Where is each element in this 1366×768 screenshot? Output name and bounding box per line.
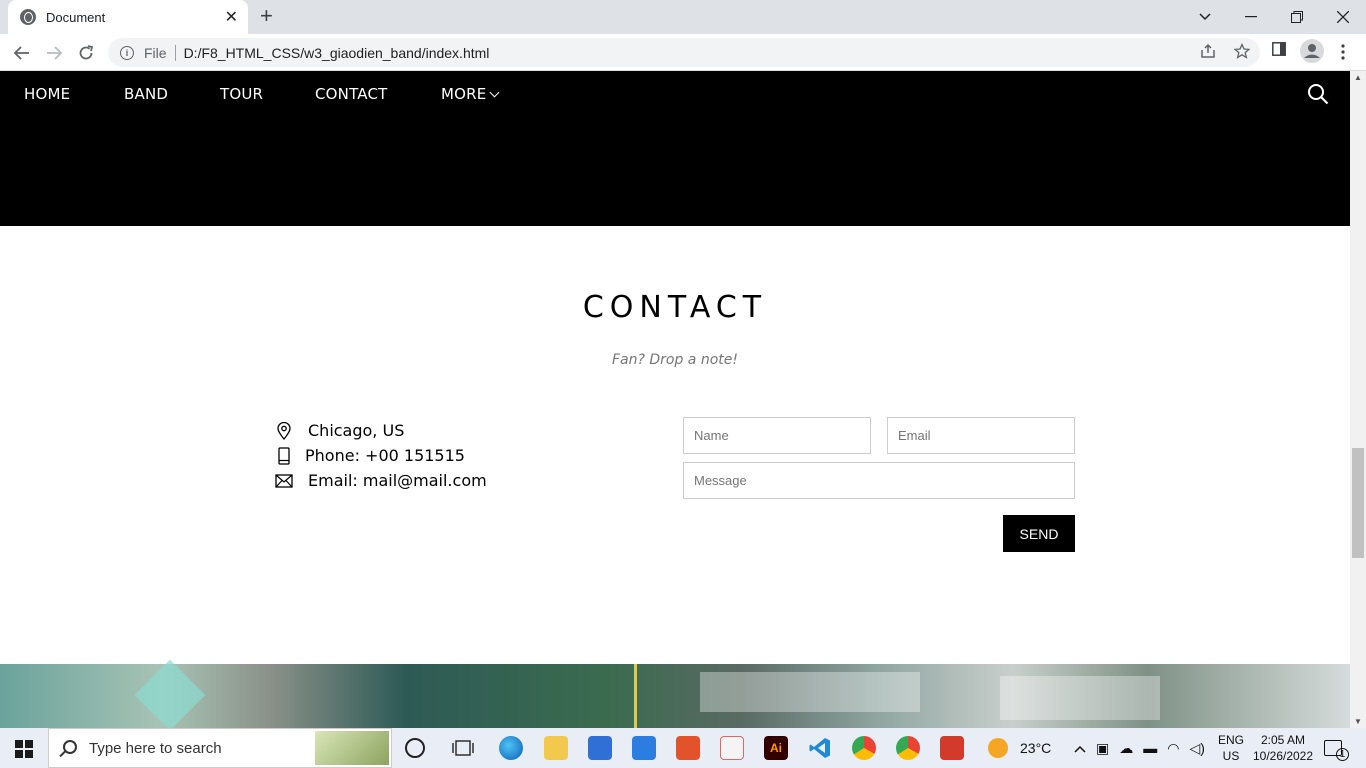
page-viewport: HOME BAND TOUR CONTACT MORE CONTACT Fan?… [0, 71, 1350, 728]
address-separator [174, 44, 176, 61]
app-icon[interactable] [720, 736, 744, 760]
clock[interactable]: 2:05 AM 10/26/2022 [1252, 728, 1314, 768]
notification-icon [1324, 740, 1342, 756]
language-indicator[interactable]: ENG US [1218, 728, 1244, 768]
nav-tour[interactable]: TOUR [220, 85, 263, 103]
office-icon[interactable] [676, 736, 700, 760]
contact-heading: CONTACT [582, 290, 768, 325]
info-icon[interactable]: i [120, 45, 134, 60]
page-scrollbar[interactable]: ▲ ▼ [1350, 71, 1366, 728]
taskbar-search-placeholder: Type here to search [89, 739, 222, 757]
volume-icon[interactable]: ◁) [1189, 740, 1204, 757]
clock-date: 10/26/2022 [1252, 749, 1314, 763]
email-text: Email: mail@mail.com [308, 471, 487, 490]
nav-band[interactable]: BAND [124, 85, 168, 103]
tray-chevron-up-icon[interactable] [1074, 740, 1086, 756]
url-text: D:/F8_HTML_CSS/w3_giaodien_band/index.ht… [183, 44, 490, 61]
profile-avatar-icon[interactable] [1300, 39, 1324, 63]
language-top: ENG [1218, 733, 1245, 747]
phone-icon [274, 446, 294, 466]
map-pin-icon [274, 421, 294, 441]
tray-app-icon[interactable]: ▣ [1096, 740, 1109, 757]
email-input[interactable]: Email [887, 417, 1075, 454]
minimize-button[interactable] [1228, 0, 1274, 34]
search-icon [63, 740, 77, 754]
forward-button[interactable] [42, 41, 66, 65]
scrollbar-thumb[interactable] [1352, 448, 1364, 558]
cortana-icon[interactable] [405, 738, 425, 758]
windows-start-icon[interactable] [15, 740, 33, 758]
restore-button[interactable] [1274, 0, 1320, 34]
scroll-down-arrow-icon[interactable]: ▼ [1354, 717, 1362, 726]
side-panel-icon[interactable] [1272, 42, 1286, 56]
image-detail [1000, 676, 1160, 720]
address-bar[interactable]: i File D:/F8_HTML_CSS/w3_giaodien_band/i… [108, 38, 1260, 67]
tab-search-chevron-icon[interactable] [1182, 0, 1228, 34]
tab-close-icon[interactable]: ✕ [225, 7, 238, 27]
nav-more[interactable]: MORE [441, 85, 500, 103]
weather-temp: 23°C [1020, 740, 1052, 756]
onedrive-icon[interactable]: ☁ [1119, 740, 1133, 757]
notification-center[interactable]: 1 [1324, 728, 1349, 768]
phone-row: Phone: +00 151515 [274, 443, 487, 468]
browser-toolbar: i File D:/F8_HTML_CSS/w3_giaodien_band/i… [0, 34, 1366, 71]
microsoft-store-icon[interactable] [588, 736, 612, 760]
browser-tab-strip: Document ✕ + [0, 0, 1366, 34]
image-road [634, 664, 637, 728]
mail-icon[interactable] [632, 736, 656, 760]
weather-moon-icon [988, 738, 1008, 758]
reload-button[interactable] [74, 41, 98, 65]
tab-title: Document [46, 9, 106, 25]
back-button[interactable] [10, 41, 34, 65]
battery-icon[interactable]: ▬ [1143, 740, 1157, 756]
app-icon[interactable] [940, 736, 964, 760]
language-bottom: US [1222, 749, 1240, 763]
name-input[interactable]: Name [683, 417, 871, 454]
illustrator-icon[interactable]: Ai [764, 736, 788, 760]
location-row: Chicago, US [274, 418, 487, 443]
send-button[interactable]: SEND [1003, 515, 1075, 552]
image-detail [134, 659, 206, 728]
scroll-up-arrow-icon[interactable]: ▲ [1354, 73, 1362, 82]
task-view-icon[interactable] [452, 738, 474, 758]
close-window-button[interactable] [1320, 0, 1366, 34]
envelope-icon [274, 471, 294, 491]
system-tray: ▣ ☁ ▬ ◠ ◁) [1074, 728, 1205, 768]
search-highlight-image [315, 731, 389, 765]
location-text: Chicago, US [308, 421, 405, 440]
clock-time: 2:05 AM [1260, 733, 1306, 747]
address-prefix: File [144, 44, 167, 61]
chrome-active-icon[interactable] [896, 736, 920, 760]
edge-icon[interactable] [499, 736, 523, 760]
email-row: Email: mail@mail.com [274, 468, 487, 493]
windows-taskbar: Type here to search Ai 23°C ▣ ☁ ▬ ◠ ◁) E… [0, 728, 1366, 768]
chrome-icon[interactable] [852, 736, 876, 760]
globe-icon [20, 9, 36, 25]
bookmark-star-icon[interactable] [1233, 42, 1251, 63]
contact-info: Chicago, US Phone: +00 151515 Email: mai… [274, 418, 487, 493]
vscode-icon[interactable] [808, 736, 832, 760]
image-detail [700, 672, 920, 712]
weather-widget[interactable]: 23°C [988, 728, 1051, 768]
new-tab-button[interactable]: + [260, 5, 273, 27]
menu-kebab-icon[interactable] [1341, 44, 1345, 60]
message-input[interactable]: Message [683, 462, 1075, 499]
city-aerial-image [0, 659, 1350, 728]
chevron-down-icon [490, 87, 500, 98]
top-nav: HOME BAND TOUR CONTACT MORE [0, 71, 1350, 117]
contact-subtitle: Fan? Drop a note! [611, 352, 738, 368]
search-icon[interactable] [1307, 83, 1329, 105]
nav-contact[interactable]: CONTACT [315, 85, 388, 103]
taskbar-search-box[interactable]: Type here to search [48, 728, 392, 768]
nav-home[interactable]: HOME [24, 85, 70, 103]
share-icon[interactable] [1200, 43, 1216, 63]
browser-tab[interactable]: Document ✕ [8, 0, 248, 34]
phone-text: Phone: +00 151515 [305, 446, 465, 465]
file-explorer-icon[interactable] [544, 736, 568, 760]
nav-more-label: MORE [441, 85, 487, 103]
wifi-icon[interactable]: ◠ [1167, 740, 1179, 757]
